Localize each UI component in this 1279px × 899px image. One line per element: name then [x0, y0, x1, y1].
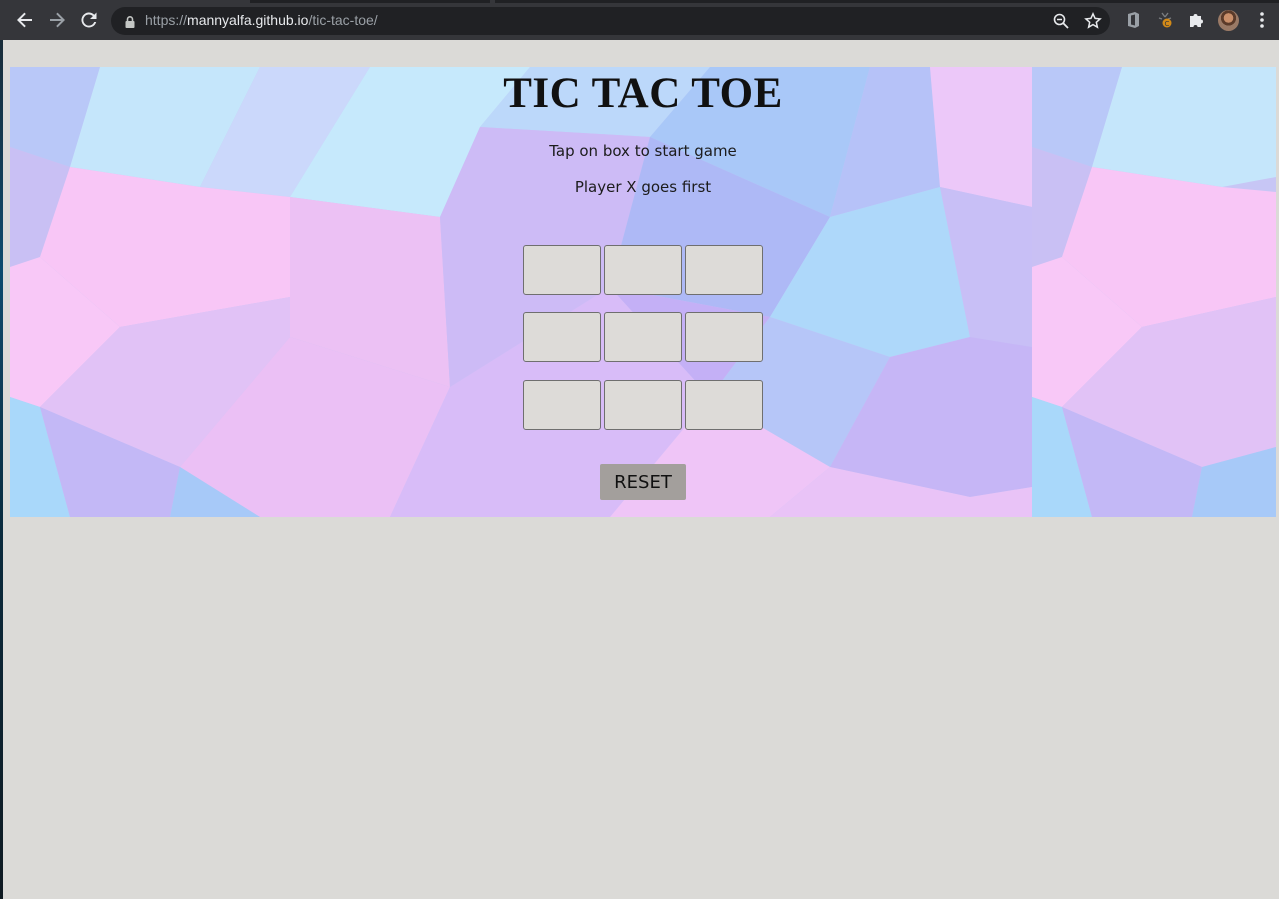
- star-icon[interactable]: [1083, 11, 1103, 31]
- kebab-menu-icon[interactable]: [1252, 10, 1272, 30]
- tab-strip-rest: [495, 0, 1279, 3]
- reload-icon[interactable]: [77, 8, 101, 32]
- game-hero: TIC TAC TOE Tap on box to start game Pla…: [10, 67, 1276, 517]
- board-cell-9[interactable]: [685, 380, 763, 430]
- board-cell-7[interactable]: [523, 380, 601, 430]
- puzzle-extensions-icon[interactable]: [1186, 10, 1206, 30]
- office-extension-icon[interactable]: [1123, 10, 1143, 30]
- game-board: [523, 245, 763, 430]
- url-scheme: https://: [145, 12, 188, 28]
- browser-window: https://mannyalfa.github.io/tic-tac-toe/…: [0, 0, 1279, 899]
- board-cell-4[interactable]: [523, 312, 601, 362]
- game-title: TIC TAC TOE: [503, 70, 783, 117]
- url-text[interactable]: https://mannyalfa.github.io/tic-tac-toe/: [145, 12, 378, 28]
- coin-extension-icon[interactable]: C: [1155, 10, 1175, 30]
- zoom-out-icon[interactable]: [1051, 11, 1071, 31]
- turn-status-text: Player X goes first: [574, 178, 712, 196]
- url-path: /tic-tac-toe/: [308, 12, 378, 28]
- forward-arrow-icon[interactable]: [45, 8, 69, 32]
- board-cell-5[interactable]: [604, 312, 682, 362]
- url-host: mannyalfa.github.io: [187, 12, 309, 28]
- instruction-text: Tap on box to start game: [549, 142, 737, 160]
- lock-icon[interactable]: [123, 14, 137, 28]
- svg-text:C: C: [1165, 20, 1170, 28]
- address-bar[interactable]: https://mannyalfa.github.io/tic-tac-toe/: [111, 7, 1110, 35]
- back-arrow-icon[interactable]: [13, 8, 37, 32]
- board-cell-6[interactable]: [685, 312, 763, 362]
- board-cell-2[interactable]: [604, 245, 682, 295]
- reset-button[interactable]: RESET: [600, 464, 686, 500]
- browser-toolbar: https://mannyalfa.github.io/tic-tac-toe/…: [0, 0, 1279, 40]
- board-cell-1[interactable]: [523, 245, 601, 295]
- board-cell-8[interactable]: [604, 380, 682, 430]
- desktop-edge: [0, 0, 3, 899]
- profile-avatar[interactable]: [1218, 10, 1239, 31]
- tab-strip: [250, 0, 490, 3]
- board-cell-3[interactable]: [685, 245, 763, 295]
